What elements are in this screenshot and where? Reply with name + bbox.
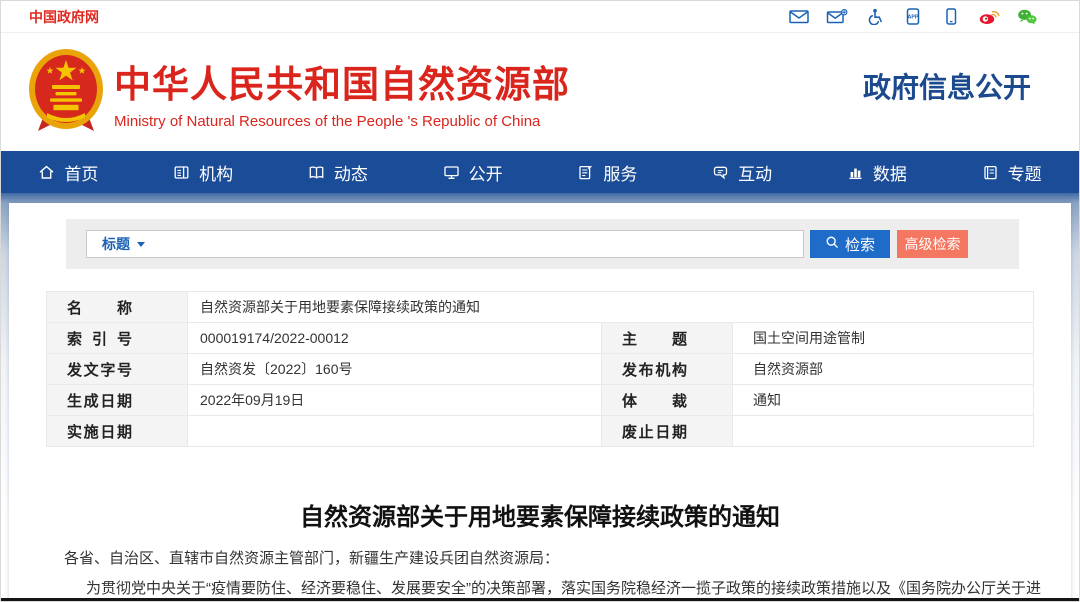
- app-download-icon[interactable]: APP: [901, 8, 925, 26]
- weibo-icon[interactable]: [977, 8, 1001, 26]
- meta-value-agency: 自然资源部: [733, 354, 1033, 384]
- meta-label-repeal-date: 废止日期: [602, 416, 732, 446]
- disclosure-icon: [443, 164, 460, 181]
- nav-item-data[interactable]: 数据: [810, 151, 945, 193]
- content-panel: 标题 检索 高级检索 名称 自然资源部关于用地要素保障接续政策的通知 索引号 0…: [9, 203, 1071, 602]
- site-title[interactable]: 中华人民共和国自然资源部: [114, 54, 570, 108]
- nav-item-topics[interactable]: 专题: [944, 151, 1079, 193]
- meta-label-index: 索引号: [47, 323, 187, 353]
- document-meta-table: 名称 自然资源部关于用地要素保障接续政策的通知 索引号 000019174/20…: [46, 291, 1034, 447]
- svg-text:APP: APP: [908, 14, 919, 20]
- document-title: 自然资源部关于用地要素保障接续政策的通知: [9, 497, 1071, 532]
- national-emblem-logo: [26, 47, 106, 137]
- meta-label-agency: 发布机构: [602, 354, 732, 384]
- meta-label-subject: 主题: [602, 323, 732, 353]
- page: 中国政府网 APP: [0, 0, 1080, 602]
- mobile-version-icon[interactable]: [939, 8, 963, 26]
- nav-label: 互动: [738, 160, 772, 185]
- search-icon: [825, 235, 840, 254]
- home-icon: [38, 164, 55, 181]
- organization-icon: [173, 164, 190, 181]
- top-bar-icons: APP: [787, 8, 1039, 26]
- document-paragraph: 各省、自治区、直辖市自然资源主管部门，新疆生产建设兵团自然资源局：: [39, 544, 1041, 574]
- nav-label: 专题: [1008, 160, 1042, 185]
- nav-item-services[interactable]: 服务: [540, 151, 675, 193]
- meta-label-genre: 体裁: [602, 385, 732, 415]
- mail-subscribe-icon[interactable]: [825, 8, 849, 26]
- topics-icon: [982, 164, 999, 181]
- search-button[interactable]: 检索: [810, 230, 890, 258]
- meta-label-impl-date: 实施日期: [47, 416, 187, 446]
- gov-info-disclosure-title: 政府信息公开: [863, 66, 1031, 106]
- nav-item-disclosure[interactable]: 公开: [405, 151, 540, 193]
- services-icon: [577, 164, 594, 181]
- nav-item-organization[interactable]: 机构: [136, 151, 271, 193]
- nav-label: 公开: [469, 160, 503, 185]
- news-icon: [308, 164, 325, 181]
- site-subtitle-en: Ministry of Natural Resources of the Peo…: [114, 113, 570, 130]
- meta-label-gen-date: 生成日期: [47, 385, 187, 415]
- gov-portal-link[interactable]: 中国政府网: [29, 7, 99, 27]
- nav-label: 服务: [603, 160, 637, 185]
- site-header: 中华人民共和国自然资源部 Ministry of Natural Resourc…: [1, 33, 1079, 151]
- search-scope-label: 标题: [102, 234, 130, 254]
- search-box[interactable]: 标题: [86, 230, 804, 258]
- meta-value-docnum: 自然资发〔2022〕160号: [188, 354, 601, 384]
- search-input[interactable]: [145, 231, 803, 257]
- nav-item-interaction[interactable]: 互动: [675, 151, 810, 193]
- advanced-search-button[interactable]: 高级检索: [897, 230, 968, 258]
- meta-value-genre: 通知: [733, 385, 1033, 415]
- nav-label: 机构: [199, 160, 233, 185]
- nav-item-home[interactable]: 首页: [1, 151, 136, 193]
- meta-label-docnum: 发文字号: [47, 354, 187, 384]
- interaction-icon: [712, 164, 729, 181]
- meta-value-index: 000019174/2022-00012: [188, 323, 601, 353]
- window-bottom-edge: [1, 598, 1079, 601]
- nav-item-news[interactable]: 动态: [271, 151, 406, 193]
- data-icon: [847, 164, 864, 181]
- site-title-block: 中华人民共和国自然资源部 Ministry of Natural Resourc…: [114, 54, 570, 130]
- nav-label: 首页: [64, 160, 98, 185]
- search-scope-dropdown[interactable]: 标题: [102, 234, 145, 254]
- meta-value-impl-date: [188, 416, 601, 446]
- meta-value-subject: 国土空间用途管制: [733, 323, 1033, 353]
- meta-value-name: 自然资源部关于用地要素保障接续政策的通知: [188, 292, 1033, 322]
- mail-icon[interactable]: [787, 8, 811, 26]
- meta-value-gen-date: 2022年09月19日: [188, 385, 601, 415]
- search-section: 标题 检索 高级检索: [66, 219, 1019, 269]
- wechat-icon[interactable]: [1015, 8, 1039, 26]
- nav-label: 数据: [873, 160, 907, 185]
- chevron-down-icon: [137, 242, 145, 247]
- meta-label-name: 名称: [47, 292, 187, 322]
- main-nav: 首页 机构 动态 公开 服务 互动 数据 专题: [1, 151, 1079, 193]
- search-button-label: 检索: [845, 234, 875, 255]
- nav-label: 动态: [334, 160, 368, 185]
- accessibility-icon[interactable]: [863, 8, 887, 26]
- content-area: 标题 检索 高级检索 名称 自然资源部关于用地要素保障接续政策的通知 索引号 0…: [1, 193, 1079, 602]
- top-bar: 中国政府网 APP: [1, 1, 1079, 33]
- document-body: 各省、自治区、直辖市自然资源主管部门，新疆生产建设兵团自然资源局： 为贯彻党中央…: [9, 544, 1071, 602]
- meta-value-repeal-date: [733, 416, 1033, 446]
